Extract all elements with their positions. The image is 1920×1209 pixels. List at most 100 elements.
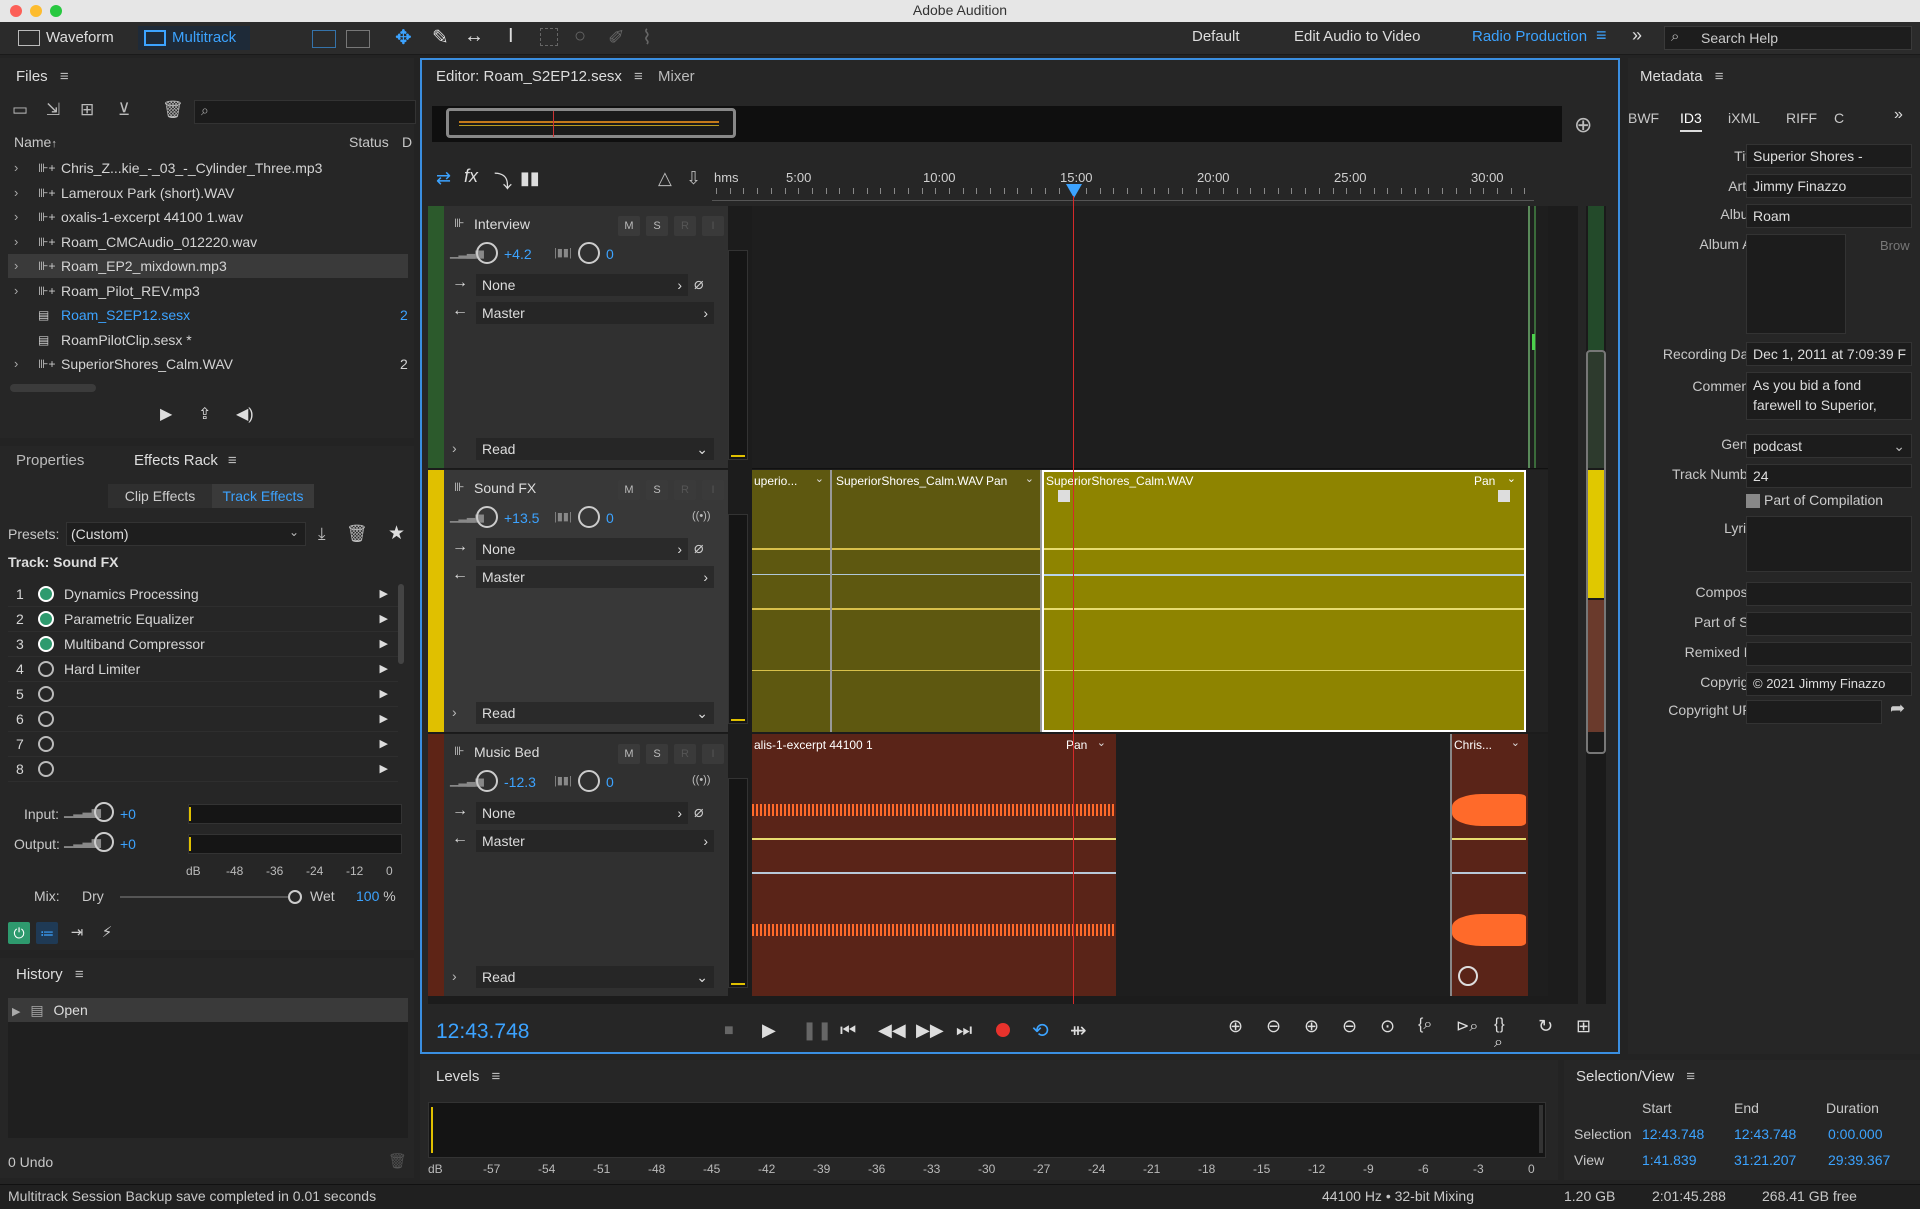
- zoom-selection-icon[interactable]: ⊳⌕: [1456, 1016, 1478, 1036]
- output-select[interactable]: Master ›: [476, 830, 714, 852]
- snap-clip-icon[interactable]: ⇩: [686, 168, 701, 189]
- zoom-in-point-icon[interactable]: {⌕: [1418, 1016, 1432, 1034]
- zoom-in-time-icon[interactable]: ⊕: [1304, 1016, 1319, 1037]
- zoom-reset-icon[interactable]: ↻: [1538, 1016, 1553, 1037]
- lyrics-field[interactable]: [1746, 516, 1912, 572]
- move-tool-icon[interactable]: ✥: [395, 25, 412, 50]
- new-file-icon[interactable]: ⊞: [80, 100, 94, 120]
- effect-slot[interactable]: 4 Hard Limiter ▶: [8, 657, 398, 682]
- rack-list-button[interactable]: ≔: [36, 922, 58, 944]
- expand-chevron-icon[interactable]: ›: [452, 968, 457, 984]
- volume-knob[interactable]: [476, 770, 498, 792]
- effect-menu-arrow-icon[interactable]: ▶: [380, 632, 388, 656]
- track-lane[interactable]: alis-1-excerpt 44100 1 Pan ⌄ Chris... ⌄: [752, 734, 1548, 996]
- open-file-icon[interactable]: ▭: [12, 100, 28, 120]
- selected-audio-clip[interactable]: SuperiorShores_Calm.WAV Pan ⌄: [1042, 470, 1526, 732]
- panel-menu-icon[interactable]: ≡: [75, 966, 84, 983]
- clip-gain-icon[interactable]: [1458, 966, 1478, 986]
- input-monitor-button[interactable]: I: [702, 744, 724, 764]
- file-row[interactable]: › ⊪+ SuperiorShores_Calm.WAV 2: [8, 352, 408, 376]
- files-scrollbar[interactable]: [10, 384, 96, 392]
- artist-field[interactable]: Jimmy Finazzo: [1746, 174, 1912, 198]
- comments-field[interactable]: As you bid a fond farewell to Superior,: [1746, 372, 1912, 420]
- metadata-tab-c[interactable]: C: [1834, 110, 1844, 126]
- tab-mixer[interactable]: Mixer: [658, 68, 695, 85]
- mute-button[interactable]: M: [618, 744, 640, 764]
- pan-value[interactable]: 0: [606, 246, 614, 262]
- power-toggle-icon[interactable]: [38, 661, 54, 677]
- effect-menu-arrow-icon[interactable]: ▶: [380, 657, 388, 681]
- effect-menu-arrow-icon[interactable]: ▶: [380, 732, 388, 756]
- solo-button[interactable]: S: [646, 480, 668, 500]
- rack-power-button[interactable]: ⏻: [8, 922, 30, 944]
- audio-clip[interactable]: uperio... ⌄: [752, 470, 832, 732]
- mute-button[interactable]: M: [618, 216, 640, 236]
- slip-tool-icon[interactable]: ↔: [464, 25, 484, 48]
- volume-knob[interactable]: [476, 242, 498, 264]
- playhead-marker[interactable]: [1066, 184, 1082, 198]
- input-monitor-button[interactable]: I: [702, 216, 724, 236]
- expand-chevron-icon[interactable]: ›: [452, 704, 457, 720]
- power-toggle-icon[interactable]: [38, 586, 54, 602]
- clip-effects-tab[interactable]: Clip Effects: [108, 484, 212, 508]
- expand-chevron-icon[interactable]: ›: [14, 254, 18, 278]
- volume-knob[interactable]: [476, 506, 498, 528]
- sends-icon[interactable]: ⤵: [494, 168, 512, 194]
- selection-end[interactable]: 12:43.748: [1734, 1126, 1796, 1142]
- power-toggle-icon[interactable]: [38, 761, 54, 777]
- marquee-tool-icon[interactable]: [540, 28, 558, 46]
- lasso-tool-icon[interactable]: ○: [574, 25, 586, 48]
- effect-menu-arrow-icon[interactable]: ▶: [380, 757, 388, 781]
- view-start[interactable]: 1:41.839: [1642, 1152, 1697, 1168]
- pause-icon[interactable]: ❚❚: [802, 1020, 832, 1041]
- copyright-field[interactable]: © 2021 Jimmy Finazzo: [1746, 672, 1912, 696]
- input-monitor-button[interactable]: I: [702, 480, 724, 500]
- insert-into-multitrack-icon[interactable]: ⊻: [118, 100, 130, 120]
- panel-menu-icon[interactable]: ≡: [1686, 1068, 1695, 1085]
- search-help-field[interactable]: ⌕ Search Help: [1664, 26, 1912, 50]
- file-row[interactable]: › ⊪+ Roam_CMCAudio_012220.wav: [8, 230, 408, 254]
- workspace-menu-icon[interactable]: ≡: [1596, 25, 1607, 46]
- mute-button[interactable]: M: [618, 480, 640, 500]
- input-select[interactable]: None ›: [476, 802, 688, 824]
- track-number-field[interactable]: 24: [1746, 464, 1912, 488]
- volume-value[interactable]: -12.3: [504, 774, 536, 790]
- workspace-default[interactable]: Default: [1192, 28, 1240, 45]
- phase-invert-icon[interactable]: ⌀: [694, 538, 704, 558]
- panel-menu-icon[interactable]: ≡: [492, 1068, 501, 1085]
- volume-value[interactable]: +13.5: [504, 510, 539, 526]
- automation-mode-select[interactable]: Read ⌄: [476, 438, 714, 460]
- spectral-pitch-button[interactable]: [346, 30, 370, 48]
- expand-chevron-icon[interactable]: ›: [14, 205, 18, 229]
- effect-menu-arrow-icon[interactable]: ▶: [380, 582, 388, 606]
- power-toggle-icon[interactable]: [38, 611, 54, 627]
- rack-routing-icon[interactable]: ⇥: [66, 922, 88, 944]
- delete-history-icon[interactable]: 🗑: [388, 1152, 407, 1170]
- compilation-checkbox[interactable]: Part of Compilation: [1746, 492, 1883, 509]
- zoom-out-time-icon[interactable]: ⊖: [1342, 1016, 1357, 1037]
- inputs-outputs-icon[interactable]: ⇄: [436, 168, 451, 189]
- record-arm-button[interactable]: R: [674, 744, 696, 764]
- metadata-tab-riff[interactable]: RIFF: [1786, 110, 1817, 126]
- track-lane[interactable]: uperio... ⌄ SuperiorShores_Calm.WAV Pan …: [752, 470, 1548, 732]
- recording-date-field[interactable]: Dec 1, 2011 at 7:09:39 F: [1746, 342, 1912, 366]
- effect-menu-arrow-icon[interactable]: ▶: [380, 682, 388, 706]
- pan-knob[interactable]: [578, 770, 600, 792]
- workspace-edit-audio-to-video[interactable]: Edit Audio to Video: [1294, 28, 1421, 45]
- record-icon[interactable]: [996, 1023, 1010, 1037]
- album-art-field[interactable]: [1746, 234, 1846, 334]
- spectral-freq-button[interactable]: [312, 30, 336, 48]
- title-field[interactable]: Superior Shores -: [1746, 144, 1912, 168]
- expand-chevron-icon[interactable]: ›: [14, 230, 18, 254]
- current-time-display[interactable]: 12:43.748: [436, 1020, 529, 1044]
- view-end[interactable]: 31:21.207: [1734, 1152, 1796, 1168]
- tab-effects-rack[interactable]: Effects Rack ≡: [134, 452, 237, 469]
- column-d[interactable]: D: [402, 134, 412, 150]
- effect-slot[interactable]: 8 ▶: [8, 757, 398, 782]
- track-name[interactable]: Music Bed: [474, 744, 539, 760]
- file-row[interactable]: › ⊪+ Lameroux Park (short).WAV: [8, 181, 408, 205]
- open-url-icon[interactable]: ➦: [1890, 698, 1905, 719]
- spot-healing-tool-icon[interactable]: ⌇: [642, 25, 652, 50]
- eq-icon[interactable]: ▮▮: [520, 168, 540, 189]
- multitrack-view-button[interactable]: Multitrack: [138, 26, 250, 50]
